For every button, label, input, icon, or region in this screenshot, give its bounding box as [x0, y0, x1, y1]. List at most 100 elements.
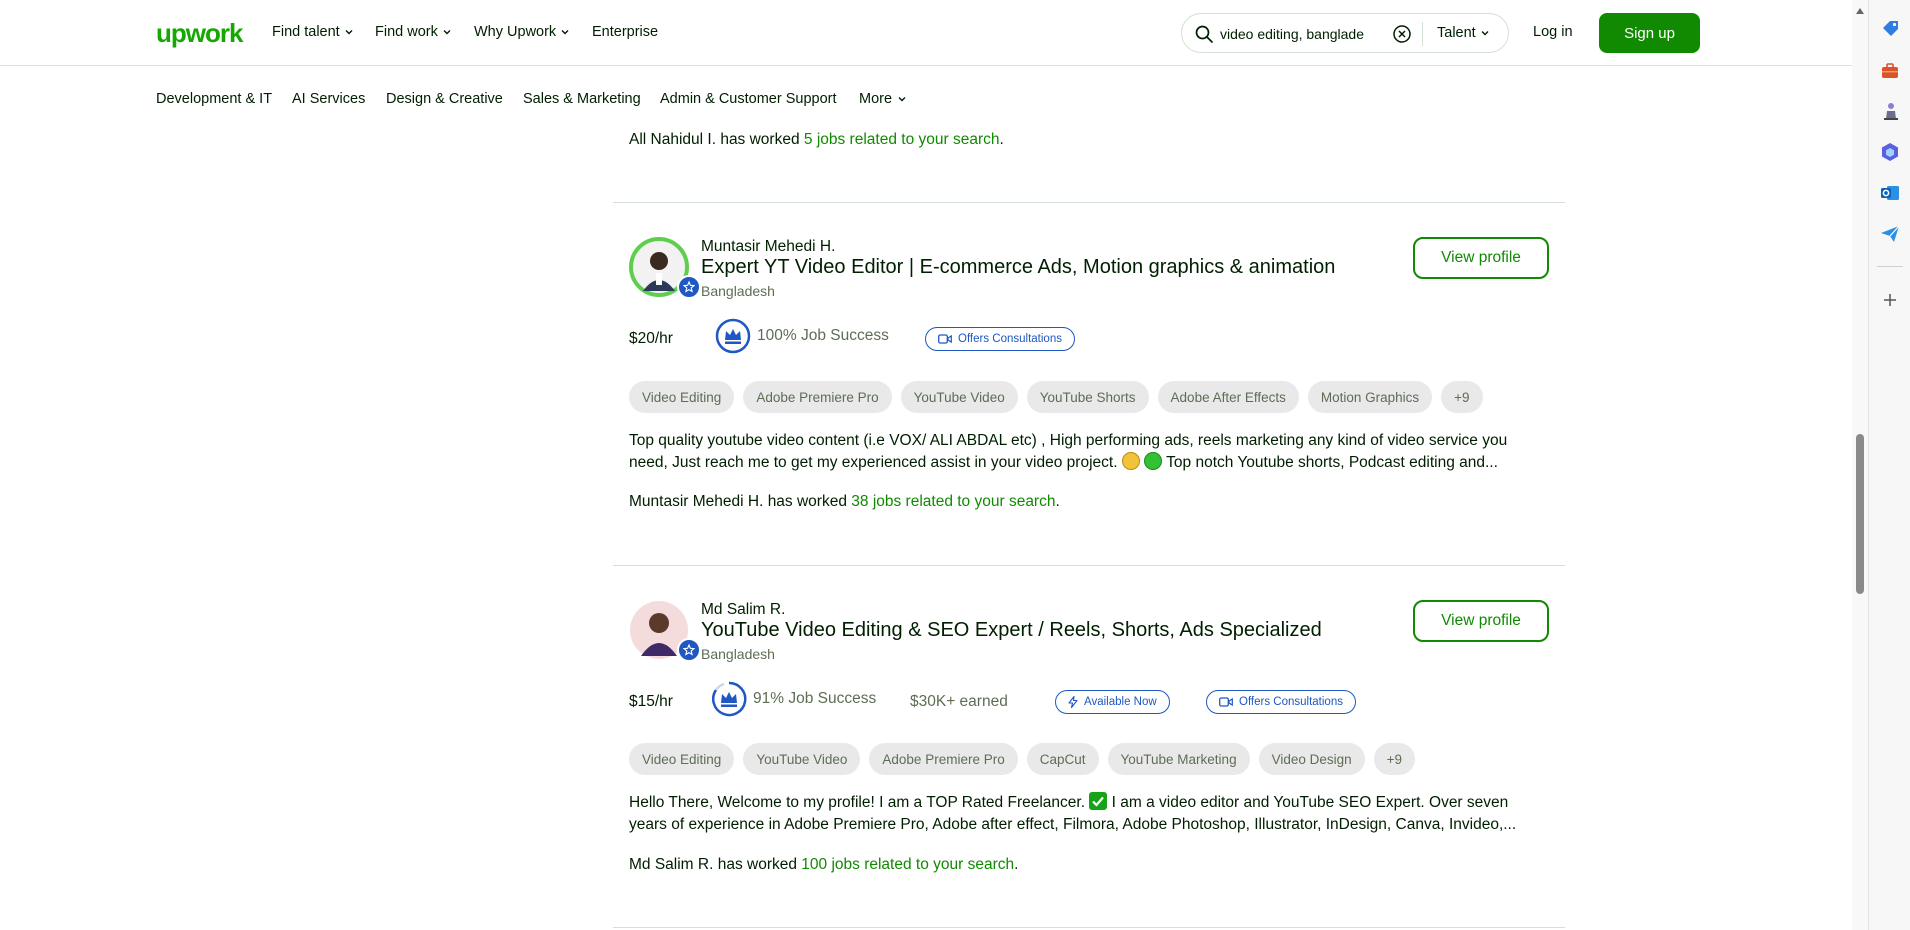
login-link[interactable]: Log in	[1533, 24, 1573, 40]
chevron-down-icon	[1481, 31, 1489, 36]
skill-tag[interactable]: Motion Graphics	[1307, 381, 1433, 413]
worked-jobs-link[interactable]: 5 jobs related to your search	[804, 131, 1000, 148]
scrollbar-thumb[interactable]	[1856, 434, 1864, 594]
job-success-text: 100% Job Success	[757, 327, 889, 344]
hourly-rate: $15/hr	[629, 693, 673, 710]
consultations-text: Offers Consultations	[958, 333, 1062, 345]
category-bar: Development & IT AI Services Design & Cr…	[0, 66, 1852, 134]
search-input[interactable]	[1220, 23, 1364, 45]
job-success-crown-icon	[715, 318, 751, 354]
skill-tag[interactable]: Video Design	[1258, 743, 1365, 775]
add-icon[interactable]	[1880, 290, 1900, 310]
freelancer-name[interactable]: Md Salim R.	[701, 601, 785, 619]
offers-consultations-badge: Offers Consultations	[1206, 690, 1356, 714]
description-text: Hello There, Welcome to my profile! I am…	[629, 794, 1090, 811]
worked-suffix: .	[999, 131, 1004, 148]
nav-label: Why Upwork	[474, 24, 557, 40]
skill-tag[interactable]: YouTube Video	[743, 743, 861, 775]
skill-tag[interactable]: YouTube Marketing	[1107, 743, 1250, 775]
result-divider	[613, 927, 1565, 928]
worked-text: Md Salim R. has worked	[629, 856, 802, 873]
search-divider	[1422, 22, 1423, 46]
skill-tag[interactable]: Adobe Premiere Pro	[743, 381, 892, 413]
freelancer-card: Muntasir Mehedi H. Expert YT Video Edito…	[613, 237, 1565, 517]
category-development-it[interactable]: Development & IT	[156, 91, 272, 107]
search-scope-label: Talent	[1437, 25, 1476, 41]
hourly-rate: $20/hr	[629, 330, 673, 347]
worked-suffix: .	[1014, 856, 1019, 873]
freelancer-description[interactable]: Top quality youtube video content (i.e V…	[629, 430, 1549, 474]
tag-icon[interactable]	[1880, 19, 1900, 39]
check-mark-emoji	[1089, 792, 1108, 810]
chevron-down-icon	[443, 30, 451, 35]
star-icon	[683, 644, 695, 656]
skill-tag[interactable]: CapCut	[1026, 743, 1099, 775]
freelancer-title[interactable]: YouTube Video Editing & SEO Expert / Ree…	[701, 619, 1322, 642]
video-camera-icon	[1219, 697, 1233, 707]
skill-tag[interactable]: YouTube Video	[900, 381, 1018, 413]
category-ai-services[interactable]: AI Services	[292, 91, 365, 107]
freelancer-country: Bangladesh	[701, 283, 775, 299]
category-design-creative[interactable]: Design & Creative	[386, 91, 503, 107]
sidebar-divider	[1877, 266, 1903, 267]
check-icon	[1092, 796, 1105, 807]
freelancer-description[interactable]: Hello There, Welcome to my profile! I am…	[629, 792, 1549, 836]
briefcase-icon[interactable]	[1880, 61, 1900, 81]
more-skills-tag[interactable]: +9	[1373, 743, 1416, 775]
skill-tag[interactable]: YouTube Shorts	[1026, 381, 1149, 413]
freelancer-name[interactable]: Muntasir Mehedi H.	[701, 238, 835, 256]
clear-search-icon[interactable]	[1392, 24, 1412, 44]
available-text: Available Now	[1084, 696, 1157, 708]
description-text: Top quality youtube video content (i.e V…	[629, 432, 1508, 449]
search-icon[interactable]	[1194, 24, 1214, 44]
chevron-down-icon	[561, 30, 569, 35]
view-profile-button[interactable]: View profile	[1413, 237, 1549, 279]
skill-tag[interactable]: Adobe After Effects	[1157, 381, 1299, 413]
worked-summary: Md Salim R. has worked 100 jobs related …	[629, 856, 1018, 874]
search-box: Talent	[1181, 13, 1509, 53]
worked-text: All Nahidul I. has worked	[629, 131, 804, 148]
search-scope-select[interactable]: Talent	[1437, 25, 1490, 41]
nav-find-work[interactable]: Find work	[375, 24, 452, 40]
total-earned: $30K+ earned	[910, 693, 1008, 710]
send-icon[interactable]	[1880, 224, 1900, 244]
offers-consultations-badge: Offers Consultations	[925, 327, 1075, 351]
more-skills-tag[interactable]: +9	[1441, 381, 1483, 413]
description-text: years of experience in Adobe Premiere Pr…	[629, 816, 1517, 833]
available-now-badge: Available Now	[1055, 690, 1170, 714]
upwork-logo[interactable]: upwork	[156, 18, 243, 49]
view-profile-button[interactable]: View profile	[1413, 600, 1549, 642]
skill-tag[interactable]: Adobe Premiere Pro	[869, 743, 1018, 775]
category-admin-support[interactable]: Admin & Customer Support	[660, 91, 837, 107]
copilot-icon[interactable]	[1880, 142, 1900, 162]
result-divider	[613, 202, 1565, 203]
outlook-icon[interactable]	[1880, 183, 1900, 203]
page: upwork Find talent Find work Why Upwork …	[0, 0, 1852, 930]
nav-find-talent[interactable]: Find talent	[272, 24, 354, 40]
consultations-text: Offers Consultations	[1239, 696, 1343, 708]
worked-jobs-link[interactable]: 100 jobs related to your search	[801, 856, 1014, 873]
lightning-icon	[1068, 696, 1078, 708]
worked-summary: Muntasir Mehedi H. has worked 38 jobs re…	[629, 493, 1060, 511]
category-sales-marketing[interactable]: Sales & Marketing	[523, 91, 641, 107]
skill-tag[interactable]: Video Editing	[629, 743, 735, 775]
scroll-up-arrow-icon[interactable]	[1856, 8, 1864, 14]
avatar[interactable]	[629, 237, 701, 299]
skill-tag[interactable]: Video Editing	[629, 381, 735, 413]
worked-suffix: .	[1055, 493, 1060, 510]
worked-jobs-link[interactable]: 38 jobs related to your search	[851, 493, 1055, 510]
skill-list: Video Editing YouTube Video Adobe Premie…	[629, 743, 1416, 775]
category-more[interactable]: More	[859, 91, 907, 107]
page-scrollbar[interactable]	[1852, 0, 1868, 930]
star-icon	[683, 281, 695, 293]
chess-piece-icon[interactable]	[1880, 101, 1900, 121]
nav-why-upwork[interactable]: Why Upwork	[474, 24, 570, 40]
category-more-label: More	[859, 91, 893, 107]
avatar[interactable]	[629, 600, 701, 662]
nav-enterprise[interactable]: Enterprise	[592, 24, 658, 40]
video-camera-icon	[938, 334, 952, 344]
description-text: I am a video editor and YouTube SEO Expe…	[1107, 794, 1509, 811]
browser-sidebar	[1868, 0, 1910, 930]
freelancer-title[interactable]: Expert YT Video Editor | E-commerce Ads,…	[701, 256, 1335, 279]
signup-button[interactable]: Sign up	[1599, 13, 1700, 53]
